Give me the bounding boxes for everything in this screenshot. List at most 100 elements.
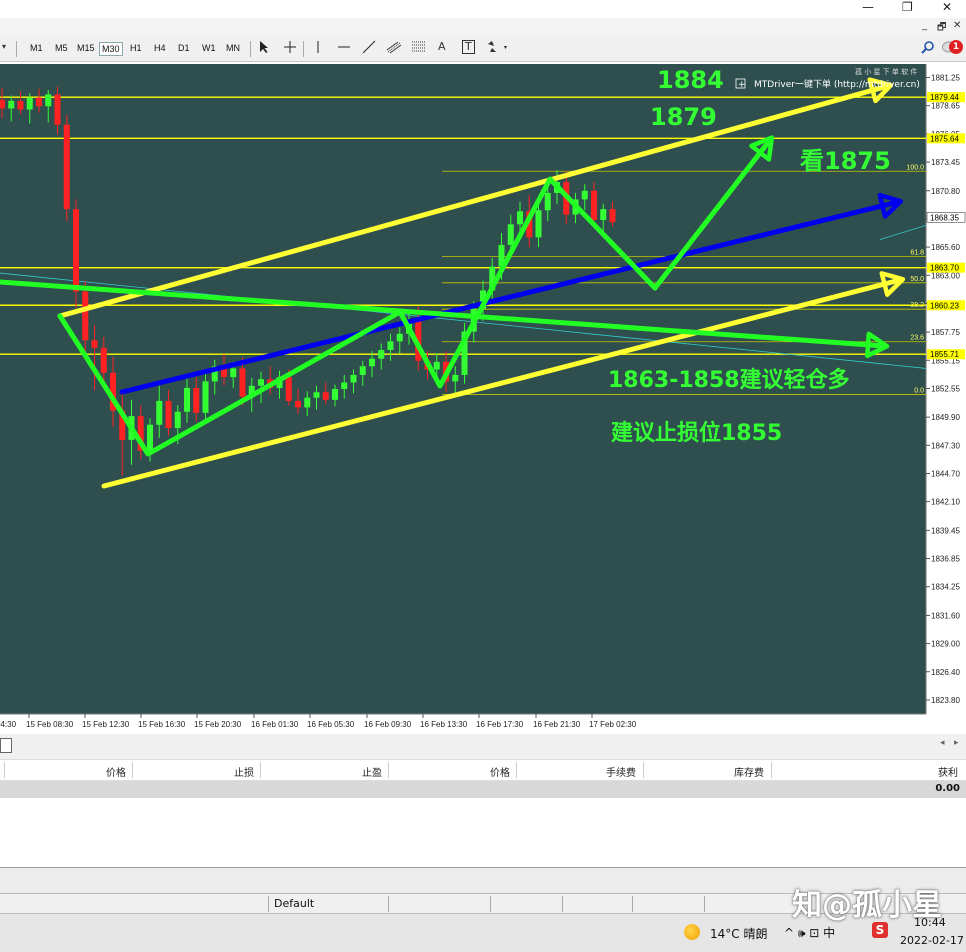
dropdown-arrow-icon[interactable]: ▾: [2, 42, 6, 51]
crosshair-icon[interactable]: [283, 40, 297, 57]
candle-body: [359, 366, 366, 375]
time-tick-label: 16 Feb 21:30: [533, 720, 581, 729]
candle-body: [544, 192, 551, 211]
timeframe-d1[interactable]: D1: [176, 42, 192, 54]
time-tick-label: 15 Feb 16:30: [138, 720, 186, 729]
candle-body: [36, 97, 42, 107]
tray-icons[interactable]: ^ 🕪 ⊡ 中: [784, 924, 835, 941]
price-tick-label: 1847.30: [931, 441, 960, 450]
price-tick-label: 1826.40: [931, 668, 960, 677]
horizontal-line-icon[interactable]: [337, 40, 351, 57]
price-tick-label: 1849.90: [931, 413, 960, 422]
total-profit: 0.00: [935, 783, 960, 794]
col-stop-loss[interactable]: 止损: [234, 764, 254, 779]
candle-body: [313, 392, 320, 398]
chart-annotation: 1884: [657, 66, 724, 94]
label-icon[interactable]: T: [462, 40, 475, 54]
candle-body: [17, 100, 24, 110]
chart-annotation: 1863-1858建议轻仓多: [608, 367, 850, 393]
price-tick-label: 1834.25: [931, 583, 960, 592]
plugin-plus-glyph: +: [738, 80, 746, 90]
candle-body: [609, 209, 616, 223]
price-tick-label: 1831.60: [931, 611, 960, 620]
candle-body: [73, 209, 79, 292]
fib-level-label: 0.0: [914, 387, 924, 394]
trendline-icon[interactable]: [362, 40, 376, 57]
price-tick-label: 1844.70: [931, 470, 960, 479]
price-tick-label: 1852.55: [931, 384, 960, 393]
level-price-tag-label: 1855.71: [930, 350, 959, 359]
time-tick-label: 15 Feb 12:30: [82, 720, 130, 729]
scroll-thumb[interactable]: [0, 738, 12, 753]
chart-scroll-row: ◂ ▸: [0, 735, 966, 757]
candle-body: [295, 400, 301, 408]
candle-body: [165, 400, 172, 428]
close-button[interactable]: ✕: [942, 0, 952, 16]
mdi-minimize-button[interactable]: _: [922, 20, 927, 31]
timeframe-mn[interactable]: MN: [224, 42, 242, 54]
candle-body: [174, 411, 181, 428]
candle-body: [452, 374, 459, 382]
notification-badge[interactable]: 1: [949, 40, 963, 54]
candle-body: [156, 400, 163, 425]
timeframe-h4[interactable]: H4: [152, 42, 168, 54]
candle-body: [63, 124, 70, 210]
clock-date[interactable]: 2022-02-17: [900, 934, 964, 947]
col-price[interactable]: 价格: [106, 764, 126, 779]
sogou-ime-icon[interactable]: S: [872, 922, 888, 938]
title-bar: — ❐ ✕: [0, 0, 966, 18]
price-chart[interactable]: 1881.251878.651876.051873.451870.801868.…: [0, 62, 966, 734]
col-take-profit[interactable]: 止盈: [362, 764, 382, 779]
price-tick-label: 1829.00: [931, 640, 960, 649]
candle-body: [433, 361, 440, 370]
chart-annotation: 建议止损位1855: [611, 420, 782, 446]
level-price-tag-label: 1875.64: [930, 134, 959, 143]
search-icon[interactable]: [921, 40, 935, 57]
minimize-button[interactable]: —: [862, 0, 874, 16]
chart-annotation: 1879: [650, 103, 717, 131]
plugin-one-click-label: MTDriver一键下单 (http://mtdriver.cn): [754, 78, 920, 90]
shapes-icon[interactable]: [486, 40, 510, 57]
candle-body: [8, 100, 15, 109]
scroll-left-icon[interactable]: ◂: [940, 738, 945, 748]
trade-table-body: [0, 798, 966, 868]
mdi-restore-button[interactable]: 🗗: [937, 20, 946, 37]
mdi-close-button[interactable]: ✕: [953, 20, 961, 31]
candle-body: [581, 190, 588, 200]
trade-total-row: 0.00: [0, 781, 966, 798]
current-price-label: 1868.35: [930, 213, 959, 222]
candle-body: [258, 379, 264, 386]
cursor-icon[interactable]: [258, 40, 270, 57]
timeframe-w1[interactable]: W1: [200, 42, 218, 54]
level-price-tag-label: 1879.44: [930, 93, 959, 102]
fib-level-label: 61.8: [910, 249, 924, 256]
candle-body: [350, 374, 357, 383]
timeframe-m1[interactable]: M1: [28, 42, 45, 54]
trade-table-header: 价格 止损 止盈 价格 手续费 库存费 获利: [0, 759, 966, 781]
vertical-line-icon[interactable]: [315, 40, 321, 57]
col-profit[interactable]: 获利: [938, 764, 958, 779]
fibonacci-icon[interactable]: [411, 40, 427, 57]
timeframe-m30[interactable]: M30: [99, 42, 123, 56]
fib-level-label: 50.0: [910, 276, 924, 283]
chart-svg: 1881.251878.651876.051873.451870.801868.…: [0, 62, 966, 734]
candle-body: [507, 224, 514, 245]
col-current-price[interactable]: 价格: [490, 764, 510, 779]
timeframe-h1[interactable]: H1: [128, 42, 144, 54]
level-price-tag-label: 1863.70: [930, 264, 959, 273]
mdi-controls: _ 🗗 ✕: [0, 18, 966, 36]
channel-icon[interactable]: [386, 40, 402, 57]
restore-button[interactable]: ❐: [902, 0, 913, 16]
time-tick-label: 16 Feb 17:30: [476, 720, 524, 729]
candle-body: [285, 377, 292, 401]
candle-body: [147, 424, 153, 451]
scroll-right-icon[interactable]: ▸: [954, 738, 959, 748]
text-icon[interactable]: A: [438, 40, 446, 53]
timeframe-m15[interactable]: M15: [75, 42, 97, 54]
col-commission[interactable]: 手续费: [606, 764, 636, 779]
weather-text[interactable]: 14°C 晴朗: [710, 925, 767, 942]
candle-body: [82, 291, 89, 341]
fib-level-label: 100.0: [906, 164, 924, 171]
col-swap[interactable]: 库存费: [734, 764, 764, 779]
timeframe-m5[interactable]: M5: [53, 42, 70, 54]
